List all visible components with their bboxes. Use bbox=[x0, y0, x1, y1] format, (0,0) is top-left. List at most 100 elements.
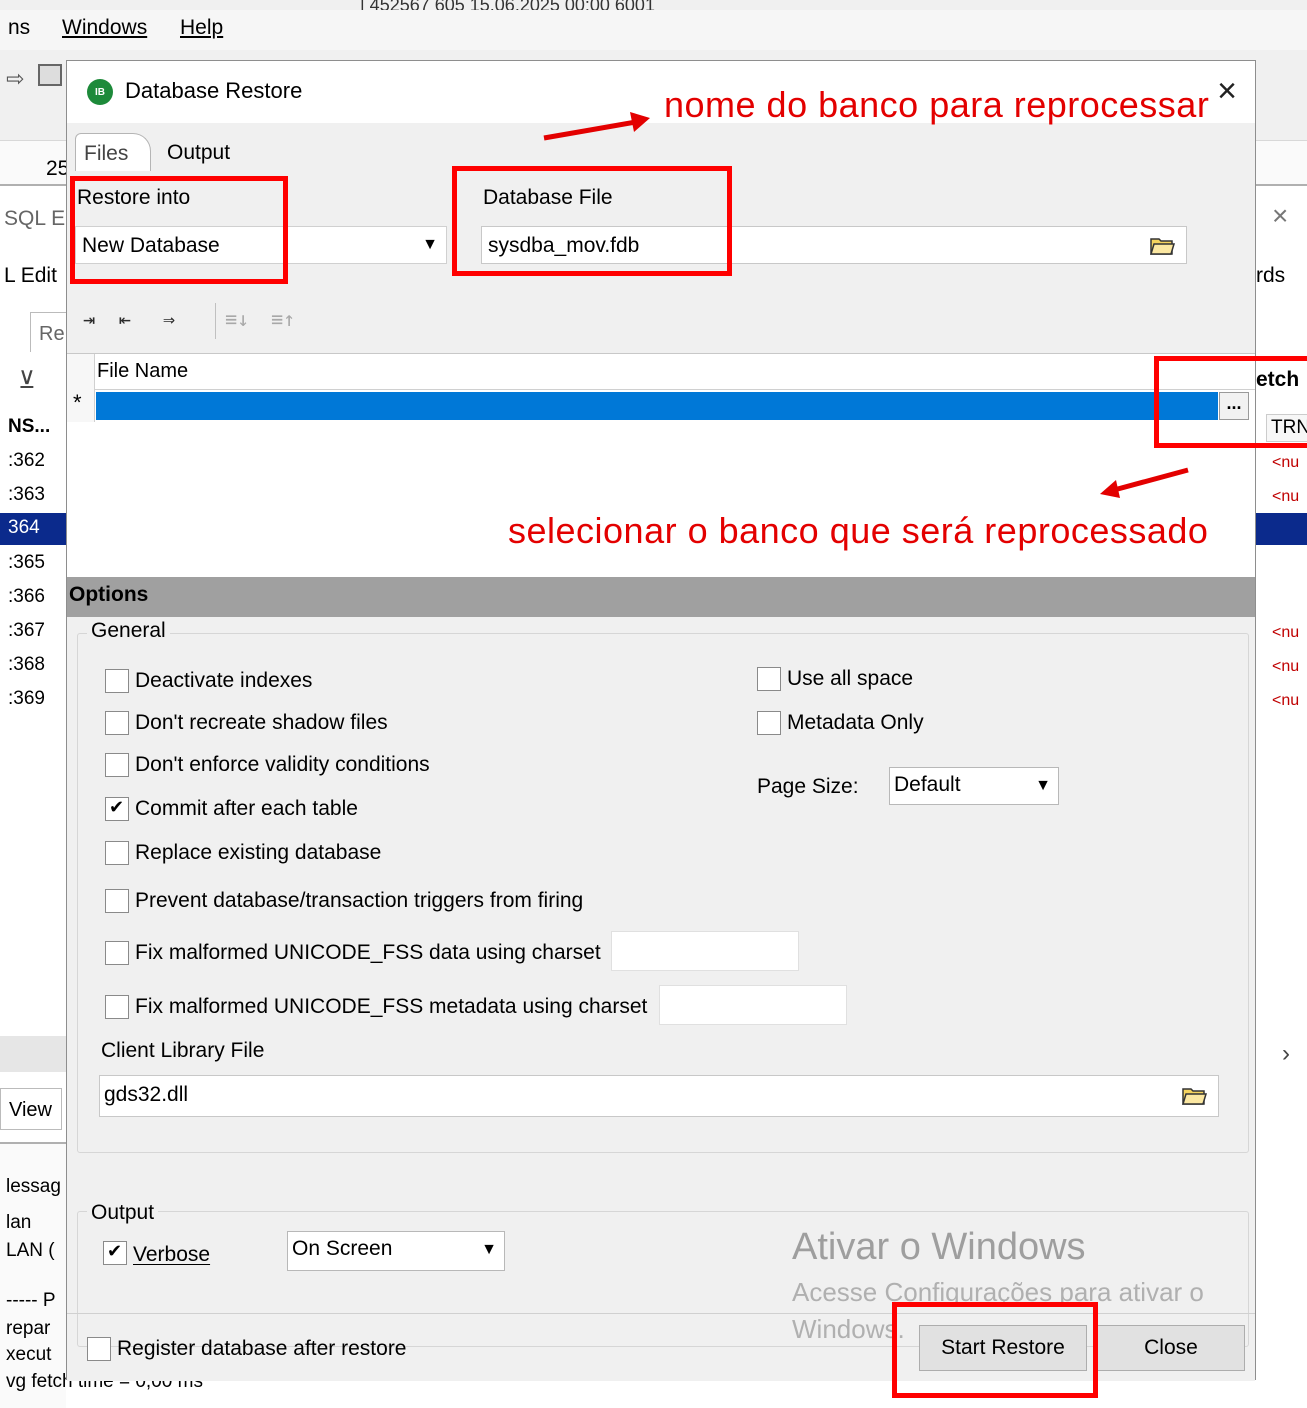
background-tab-view[interactable]: View bbox=[0, 1088, 62, 1130]
deactivate-indexes-checkbox[interactable] bbox=[105, 669, 129, 693]
highlight-browse-button bbox=[1154, 356, 1307, 448]
activation-watermark-text: Windows. bbox=[792, 1314, 905, 1344]
background-tab-results[interactable]: Re bbox=[30, 312, 70, 352]
deactivate-indexes-label[interactable]: Deactivate indexes bbox=[135, 669, 312, 693]
file-name-cell[interactable] bbox=[96, 392, 1218, 420]
append-file-icon[interactable]: ⇒ bbox=[163, 307, 193, 335]
register-database-label[interactable]: Register database after restore bbox=[117, 1337, 407, 1361]
open-folder-icon[interactable] bbox=[1147, 229, 1179, 261]
options-header-label: Options bbox=[69, 583, 149, 606]
prevent-triggers-label[interactable]: Prevent database/transaction triggers fr… bbox=[135, 889, 583, 913]
background-null-cell: <nu bbox=[1272, 454, 1300, 471]
highlight-start-restore bbox=[892, 1302, 1098, 1398]
activation-watermark-title: Ativar o Windows bbox=[792, 1226, 1086, 1268]
menu-item-options[interactable]: ns bbox=[8, 16, 30, 40]
highlight-database-file bbox=[452, 166, 732, 276]
metadata-only-label[interactable]: Metadata Only bbox=[787, 711, 924, 735]
back-arrow-icon[interactable]: ⇨ bbox=[6, 66, 24, 92]
background-row-number: :368 bbox=[8, 654, 45, 675]
use-all-space-checkbox[interactable] bbox=[757, 667, 781, 691]
use-all-space-label[interactable]: Use all space bbox=[787, 667, 913, 691]
background-column-header: NS... bbox=[8, 416, 51, 437]
file-name-column-header[interactable]: File Name bbox=[97, 360, 188, 383]
background-row-number-selected: 364 bbox=[0, 513, 66, 545]
filter-icon[interactable]: ⊻ bbox=[18, 366, 36, 395]
replace-database-label[interactable]: Replace existing database bbox=[135, 841, 381, 865]
replace-database-checkbox[interactable] bbox=[105, 841, 129, 865]
client-library-input[interactable]: gds32.dll bbox=[99, 1075, 1219, 1117]
no-validity-checkbox[interactable] bbox=[105, 753, 129, 777]
commit-each-table-label[interactable]: Commit after each table bbox=[135, 797, 358, 821]
background-selected-cell bbox=[1256, 513, 1307, 545]
background-null-cell: <nu bbox=[1272, 624, 1300, 641]
verbose-checkbox[interactable] bbox=[103, 1241, 127, 1265]
red-arrow-icon bbox=[1100, 467, 1189, 498]
background-row-number: :366 bbox=[8, 586, 45, 607]
background-log-text: xecut bbox=[6, 1344, 52, 1365]
no-shadow-files-checkbox[interactable] bbox=[105, 711, 129, 735]
menu-item-help[interactable]: Help bbox=[180, 16, 223, 40]
background-scrollbar[interactable] bbox=[0, 1036, 66, 1072]
verbose-label[interactable]: Verbose bbox=[133, 1243, 210, 1267]
menu-item-windows[interactable]: Windows bbox=[62, 16, 147, 40]
tab-output[interactable]: Output bbox=[167, 141, 230, 165]
background-null-cell: <nu bbox=[1272, 658, 1300, 675]
move-up-icon[interactable]: ≡↑ bbox=[271, 307, 301, 335]
background-panel-title: SQL E bbox=[4, 207, 66, 230]
close-button[interactable]: Close bbox=[1097, 1325, 1245, 1371]
fix-fss-data-checkbox[interactable] bbox=[105, 941, 129, 965]
commit-each-table-checkbox[interactable] bbox=[105, 797, 129, 821]
background-close-icon[interactable]: × bbox=[1272, 200, 1288, 232]
register-database-checkbox[interactable] bbox=[87, 1337, 111, 1361]
fix-fss-data-charset-input[interactable] bbox=[611, 931, 799, 971]
background-null-cell: <nu bbox=[1272, 692, 1300, 709]
background-log-text: ----- P bbox=[6, 1290, 56, 1311]
background-null-cell: <nu bbox=[1272, 488, 1300, 505]
options-header: Options bbox=[67, 577, 1255, 617]
annotation-bottom: selecionar o banco que será reprocessado bbox=[508, 510, 1209, 551]
background-row-number: :369 bbox=[8, 688, 45, 709]
background-tab-editor[interactable]: L Edit bbox=[4, 264, 57, 288]
tab-files[interactable]: Files bbox=[75, 133, 151, 173]
output-target-select[interactable]: On Screen ▼ bbox=[287, 1231, 505, 1271]
output-target-value: On Screen bbox=[292, 1237, 393, 1260]
close-icon[interactable]: × bbox=[1207, 71, 1247, 111]
client-library-label: Client Library File bbox=[101, 1039, 265, 1062]
add-file-icon[interactable]: ⇥ bbox=[83, 307, 113, 335]
insert-file-icon[interactable]: ⇤ bbox=[119, 307, 149, 335]
no-validity-label[interactable]: Don't enforce validity conditions bbox=[135, 753, 430, 777]
fix-fss-metadata-charset-input[interactable] bbox=[659, 985, 847, 1025]
page-size-value: Default bbox=[894, 773, 961, 796]
chevron-down-icon[interactable]: ▼ bbox=[416, 229, 444, 261]
open-folder-icon[interactable] bbox=[1179, 1079, 1211, 1111]
grid-indicator-column bbox=[67, 354, 95, 390]
prevent-triggers-checkbox[interactable] bbox=[105, 889, 129, 913]
computer-icon[interactable] bbox=[38, 64, 62, 86]
metadata-only-checkbox[interactable] bbox=[757, 711, 781, 735]
toolbar-separator bbox=[215, 303, 216, 339]
background-messages-tab[interactable]: lessag bbox=[6, 1176, 61, 1198]
background-plan-text: lan bbox=[6, 1212, 32, 1233]
highlight-restore-into bbox=[70, 176, 288, 284]
fix-fss-metadata-label[interactable]: Fix malformed UNICODE_FSS metadata using… bbox=[135, 995, 647, 1019]
chevron-down-icon[interactable]: ▼ bbox=[1031, 773, 1055, 799]
fix-fss-metadata-checkbox[interactable] bbox=[105, 995, 129, 1019]
client-library-value: gds32.dll bbox=[104, 1083, 189, 1106]
scroll-right-icon[interactable]: › bbox=[1282, 1040, 1290, 1068]
no-shadow-files-label[interactable]: Don't recreate shadow files bbox=[135, 711, 388, 735]
background-row-number: :365 bbox=[8, 552, 45, 573]
files-toolbar: ⇥ ⇤ ⇒ ≡↓ ≡↑ bbox=[67, 293, 1255, 349]
red-arrow-icon bbox=[543, 112, 650, 141]
grid-new-row[interactable]: * bbox=[67, 390, 1255, 422]
general-legend: General bbox=[87, 619, 170, 643]
chevron-down-icon[interactable]: ▼ bbox=[477, 1237, 501, 1263]
background-row-number: :362 bbox=[8, 450, 45, 471]
new-row-marker: * bbox=[67, 390, 95, 422]
output-legend: Output bbox=[87, 1201, 159, 1225]
interbase-icon: IB bbox=[87, 79, 113, 105]
move-down-icon[interactable]: ≡↓ bbox=[225, 307, 255, 335]
dialog-tabs: Files Output bbox=[67, 123, 1255, 173]
background-plan-text: LAN ( bbox=[6, 1240, 55, 1261]
page-size-select[interactable]: Default ▼ bbox=[889, 767, 1059, 805]
fix-fss-data-label[interactable]: Fix malformed UNICODE_FSS data using cha… bbox=[135, 941, 601, 965]
